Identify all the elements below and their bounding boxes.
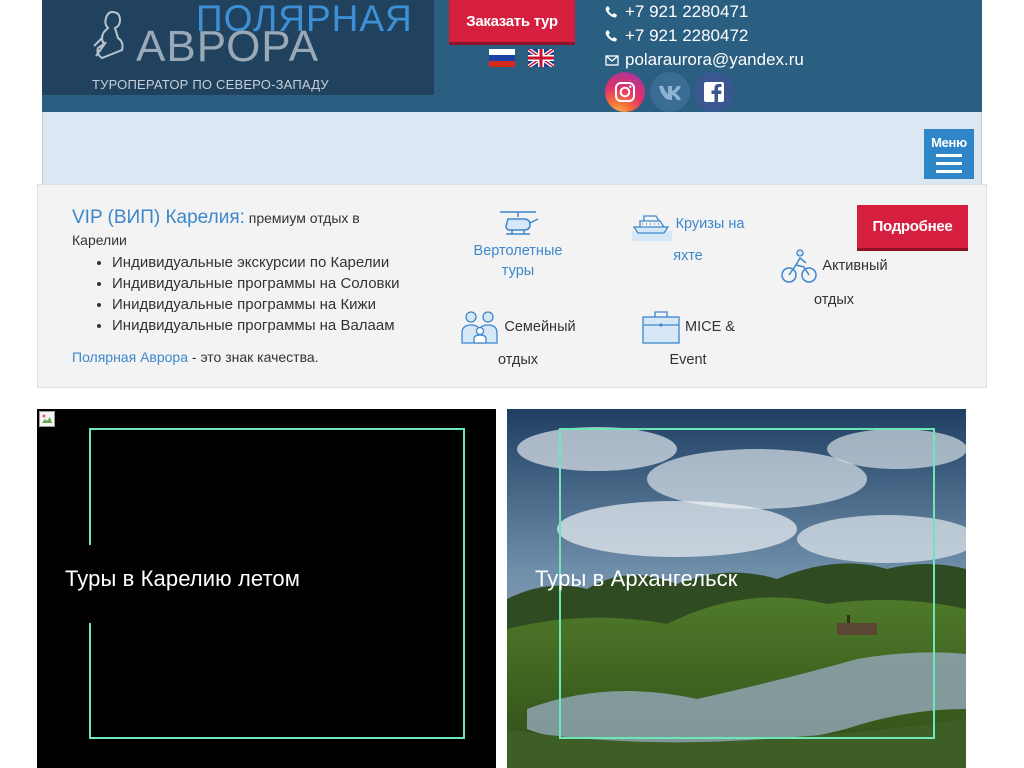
- vip-footer: Полярная Аврора - это знак качества.: [72, 346, 417, 368]
- vip-panel: VIP (ВИП) Карелия: премиум отдых в Карел…: [37, 184, 987, 388]
- card-title[interactable]: Туры в Карелию летом: [65, 566, 300, 592]
- vip-list: Индивидуальные экскурсии по Карелии Инди…: [112, 252, 417, 336]
- instagram-icon: [615, 82, 635, 102]
- more-details-button[interactable]: Подробнее: [857, 205, 968, 248]
- broken-image-icon: [39, 411, 55, 427]
- email-text: polaraurora@yandex.ru: [625, 50, 804, 69]
- flag-uk-icon[interactable]: [528, 49, 554, 67]
- vip-title[interactable]: VIP (ВИП) Карелия:: [72, 207, 245, 228]
- envelope-icon: [605, 55, 619, 66]
- logo[interactable]: ПОЛЯРНАЯ АВРОРА ТУРОПЕРАТОР ПО СЕВЕРО-ЗА…: [42, 0, 434, 95]
- list-item: Инидвидуальные программы на Валаам: [112, 315, 417, 336]
- feature-mice-event[interactable]: MICE & Event: [618, 309, 758, 376]
- list-item: Индивидуальные экскурсии по Карелии: [112, 252, 417, 273]
- tour-card-arkhangelsk[interactable]: Туры в Архангельск: [507, 409, 966, 768]
- phone-icon: [605, 30, 617, 42]
- feature-family-label-1: Семейный: [504, 319, 576, 335]
- vip-footer-text: - это знак качества.: [188, 349, 319, 365]
- feature-active-rest[interactable]: Активный отдых: [774, 247, 894, 316]
- navigation-bar: Меню: [42, 112, 982, 184]
- feature-active-label-1: Активный: [822, 258, 888, 274]
- vip-description: VIP (ВИП) Карелия: премиум отдых в Карел…: [72, 207, 417, 368]
- yacht-icon: [631, 215, 672, 241]
- list-item: Инидвидуальные программы на Кижи: [112, 294, 417, 315]
- order-tour-button[interactable]: Заказать тур: [449, 0, 575, 42]
- brand-link[interactable]: Полярная Аврора: [72, 349, 188, 365]
- cyclist-icon: [781, 249, 818, 283]
- feature-helicopter-tours[interactable]: Вертолетные туры: [458, 209, 578, 281]
- logo-figure-icon: [93, 10, 124, 60]
- feature-mice-label-2: Event: [669, 352, 707, 368]
- list-item: Индивидуальные программы на Соловки: [112, 273, 417, 294]
- feature-helicopter-label: Вертолетные туры: [473, 243, 563, 279]
- feature-yacht-cruises[interactable]: Круизы на яхте: [618, 207, 758, 272]
- phone-1-text: +7 921 2280471: [625, 2, 749, 21]
- facebook-button[interactable]: [694, 72, 734, 112]
- phone-icon: [605, 6, 617, 18]
- hamburger-icon: [936, 154, 962, 178]
- vk-button[interactable]: [650, 72, 690, 112]
- feature-family-label-2: отдых: [497, 352, 539, 368]
- briefcase-icon: [642, 311, 680, 344]
- card-title[interactable]: Туры в Архангельск: [535, 566, 738, 592]
- helicopter-icon: [500, 211, 539, 235]
- email-link[interactable]: polaraurora@yandex.ru: [605, 50, 804, 70]
- menu-label: Меню: [931, 135, 967, 150]
- flag-ru-icon[interactable]: [489, 49, 515, 67]
- facebook-icon: [704, 82, 724, 103]
- family-icon: [461, 311, 499, 344]
- vk-icon: [659, 86, 681, 100]
- phone-2-text: +7 921 2280472: [625, 26, 749, 45]
- tour-card-karelia[interactable]: Туры в Карелию летом: [37, 409, 496, 768]
- logo-tagline: ТУРОПЕРАТОР ПО СЕВЕРО-ЗАПАДУ: [92, 77, 329, 92]
- logo-text-bottom: АВРОРА: [136, 22, 320, 71]
- feature-mice-label-1: MICE &: [685, 319, 735, 335]
- menu-button[interactable]: Меню: [924, 129, 974, 179]
- phone-2[interactable]: +7 921 2280472: [605, 26, 748, 46]
- site-header: ПОЛЯРНАЯ АВРОРА ТУРОПЕРАТОР ПО СЕВЕРО-ЗА…: [42, 0, 982, 112]
- phone-1[interactable]: +7 921 2280471: [605, 2, 748, 22]
- feature-cruise-label-2: яхте: [673, 248, 703, 264]
- feature-active-label-2: отдых: [813, 292, 855, 308]
- feature-cruise-label-1: Круизы на: [675, 216, 745, 232]
- instagram-button[interactable]: [605, 72, 645, 112]
- feature-family-rest[interactable]: Семейный отдых: [458, 309, 578, 376]
